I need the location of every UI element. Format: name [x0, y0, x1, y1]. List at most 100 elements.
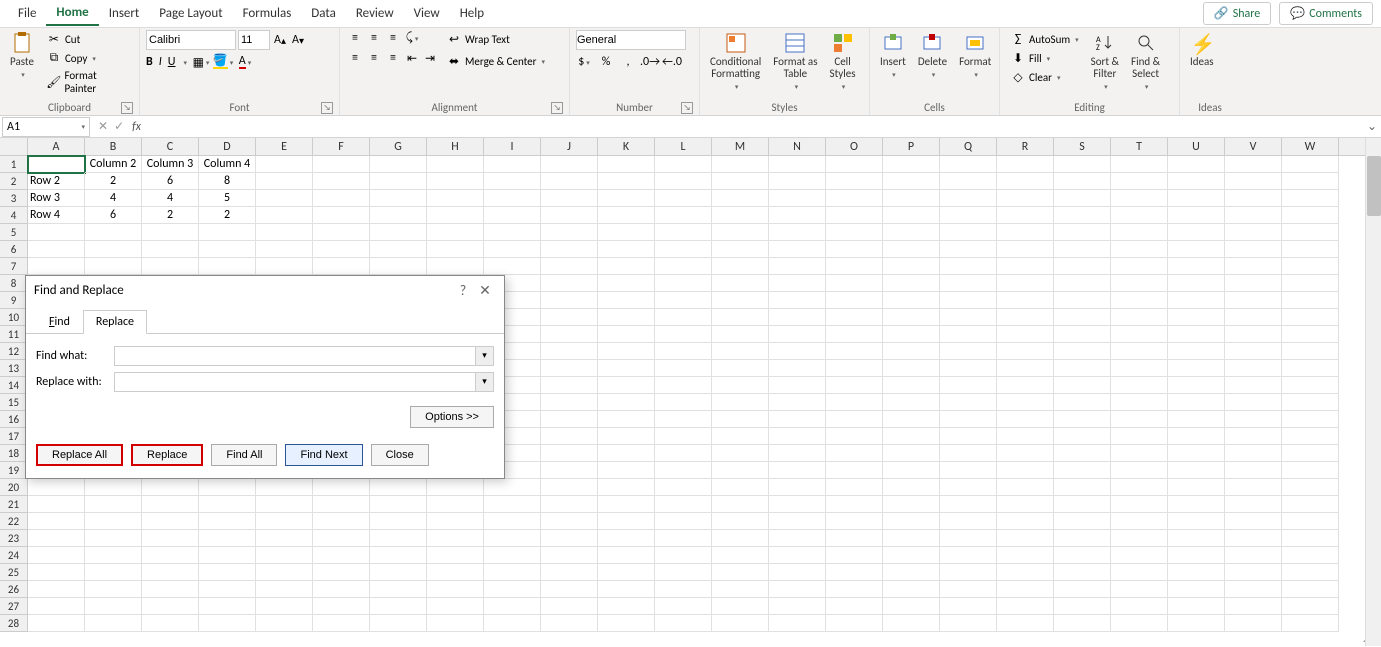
cell[interactable]: [997, 207, 1054, 224]
col-header[interactable]: O: [826, 138, 883, 155]
cell[interactable]: [655, 445, 712, 462]
font-size-select[interactable]: [238, 30, 270, 50]
cell[interactable]: [1282, 224, 1339, 241]
cell[interactable]: [1282, 581, 1339, 598]
cell[interactable]: [655, 547, 712, 564]
cell[interactable]: [769, 564, 826, 581]
format-cells-button[interactable]: Format▾: [955, 30, 995, 81]
cell[interactable]: [769, 598, 826, 615]
cell[interactable]: [1054, 547, 1111, 564]
cell[interactable]: [598, 292, 655, 309]
cell[interactable]: [142, 615, 199, 632]
increase-decimal[interactable]: .0→: [642, 54, 658, 70]
tab-page-layout[interactable]: Page Layout: [149, 2, 232, 25]
cell[interactable]: [712, 309, 769, 326]
cell[interactable]: [1225, 615, 1282, 632]
cell[interactable]: [142, 479, 199, 496]
cell[interactable]: [940, 190, 997, 207]
font-name-select[interactable]: [146, 30, 236, 50]
cell[interactable]: [370, 496, 427, 513]
cell[interactable]: [997, 326, 1054, 343]
cell[interactable]: [712, 615, 769, 632]
cell[interactable]: [313, 598, 370, 615]
cell[interactable]: [940, 428, 997, 445]
cell[interactable]: [256, 564, 313, 581]
cell[interactable]: [598, 411, 655, 428]
cell[interactable]: [1282, 428, 1339, 445]
cell[interactable]: [199, 530, 256, 547]
cell[interactable]: [541, 173, 598, 190]
cell[interactable]: [1111, 207, 1168, 224]
cell[interactable]: [1111, 428, 1168, 445]
cell[interactable]: [256, 190, 313, 207]
cell[interactable]: [940, 411, 997, 428]
cell[interactable]: [1054, 224, 1111, 241]
cell[interactable]: [1111, 496, 1168, 513]
cell[interactable]: [883, 360, 940, 377]
cell[interactable]: [1111, 156, 1168, 173]
cell[interactable]: [655, 173, 712, 190]
cell[interactable]: [1111, 394, 1168, 411]
cell[interactable]: [256, 530, 313, 547]
cell[interactable]: [370, 598, 427, 615]
cell[interactable]: [997, 428, 1054, 445]
find-next-button[interactable]: Find Next: [285, 444, 362, 466]
cell[interactable]: [769, 513, 826, 530]
cell[interactable]: [655, 224, 712, 241]
cell[interactable]: [1168, 241, 1225, 258]
cell[interactable]: [598, 173, 655, 190]
cell[interactable]: [1111, 513, 1168, 530]
row-header[interactable]: 14: [0, 377, 28, 394]
cell[interactable]: [85, 513, 142, 530]
cell[interactable]: [1282, 462, 1339, 479]
cell[interactable]: [313, 224, 370, 241]
cell[interactable]: 4: [85, 190, 142, 207]
cell[interactable]: [712, 394, 769, 411]
cell[interactable]: [826, 156, 883, 173]
clipboard-launcher[interactable]: ↘: [121, 102, 133, 114]
cell[interactable]: [769, 615, 826, 632]
cancel-formula-icon[interactable]: ✕: [98, 119, 108, 134]
cell[interactable]: [940, 292, 997, 309]
cell[interactable]: [769, 190, 826, 207]
cell[interactable]: [1282, 547, 1339, 564]
cell[interactable]: [28, 479, 85, 496]
cell[interactable]: 8: [199, 173, 256, 190]
cell[interactable]: [28, 156, 85, 173]
comments-button[interactable]: 💬Comments: [1279, 2, 1373, 25]
cell[interactable]: [997, 564, 1054, 581]
cell[interactable]: [85, 479, 142, 496]
cell[interactable]: [826, 581, 883, 598]
cell[interactable]: [1054, 190, 1111, 207]
cell[interactable]: [1225, 360, 1282, 377]
cell[interactable]: Row 4: [28, 207, 85, 224]
cell[interactable]: [313, 496, 370, 513]
cell[interactable]: [1168, 411, 1225, 428]
cell[interactable]: [940, 564, 997, 581]
cell[interactable]: [484, 190, 541, 207]
cell[interactable]: Row 3: [28, 190, 85, 207]
col-header[interactable]: A: [28, 138, 85, 155]
cell[interactable]: [826, 411, 883, 428]
cell[interactable]: [598, 479, 655, 496]
cell[interactable]: [1168, 530, 1225, 547]
cell[interactable]: [1225, 309, 1282, 326]
cell[interactable]: [598, 343, 655, 360]
row-header[interactable]: 10: [0, 309, 28, 326]
row-header[interactable]: 24: [0, 547, 28, 564]
cell[interactable]: [1225, 411, 1282, 428]
align-left[interactable]: ≡: [346, 50, 364, 66]
number-format-select[interactable]: [576, 30, 686, 50]
cell[interactable]: [769, 479, 826, 496]
cell[interactable]: [598, 258, 655, 275]
cell[interactable]: [826, 360, 883, 377]
cell[interactable]: [1168, 496, 1225, 513]
cell[interactable]: [484, 564, 541, 581]
cell[interactable]: [769, 326, 826, 343]
cell[interactable]: [1054, 411, 1111, 428]
cell[interactable]: [712, 530, 769, 547]
cell[interactable]: [1111, 530, 1168, 547]
cell[interactable]: [484, 598, 541, 615]
align-middle[interactable]: ≡: [365, 30, 383, 46]
cell[interactable]: [712, 462, 769, 479]
